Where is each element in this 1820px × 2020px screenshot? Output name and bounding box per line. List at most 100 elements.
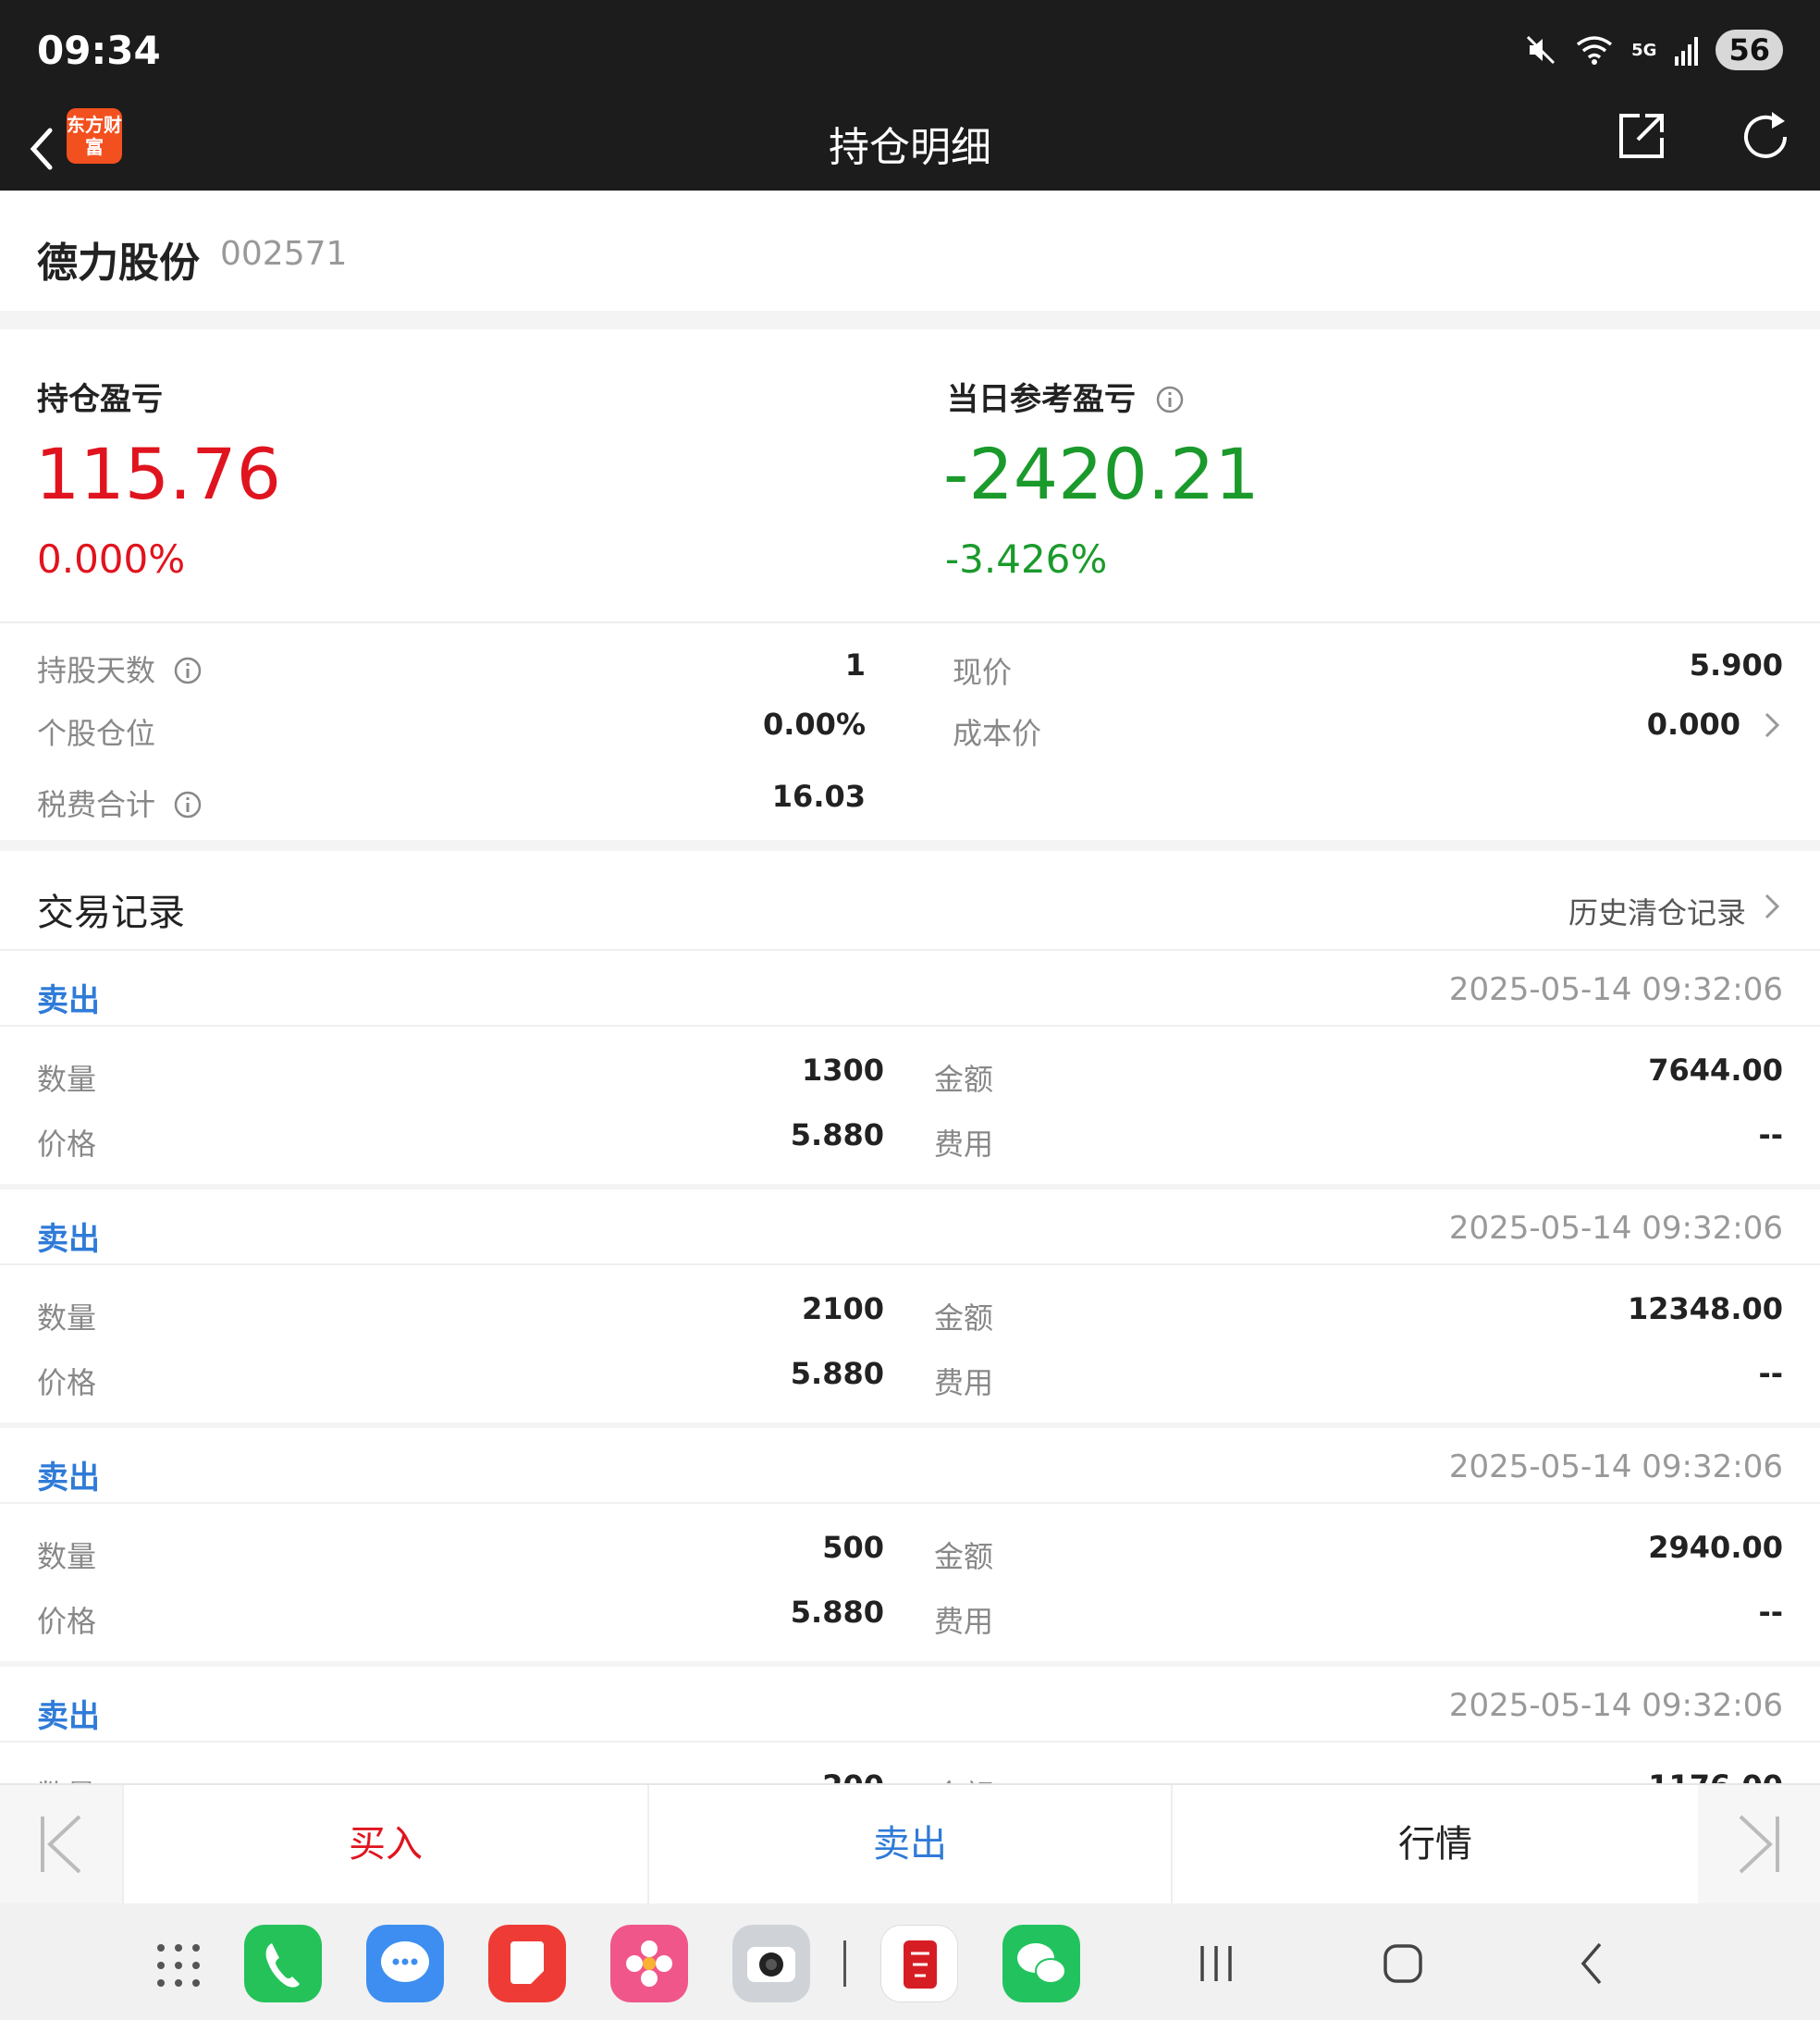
- price-label: 价格: [37, 1365, 97, 1400]
- sell-button[interactable]: 卖出: [647, 1785, 1171, 1903]
- back-icon[interactable]: [1574, 1940, 1611, 1987]
- current-price-label: 现价: [953, 655, 1013, 690]
- qty-label: 数量: [37, 1300, 97, 1336]
- fee-label: 费用: [934, 1127, 994, 1162]
- trade-time: 2025-05-14 09:32:06: [1448, 1448, 1783, 1485]
- system-icons: 5G 56: [1524, 30, 1783, 70]
- qty-value: 1300: [801, 1053, 884, 1088]
- chevron-right-icon[interactable]: [1761, 708, 1783, 742]
- first-page-icon: [41, 1815, 81, 1874]
- nav-bar: 东方财富 持仓明细: [0, 106, 1820, 191]
- stock-name: 德力股份: [37, 240, 200, 287]
- day-pnl-label: 当日参考盈亏: [947, 381, 1136, 418]
- amount-value: 2940.00: [1648, 1530, 1783, 1565]
- days-held-label: 持股天数: [37, 653, 156, 688]
- chevron-right-icon[interactable]: [1761, 890, 1783, 923]
- hold-pnl-value: 115.76: [35, 433, 281, 515]
- price-label: 价格: [37, 1604, 97, 1639]
- qty-value: 200: [822, 1768, 884, 1783]
- next-stock-button[interactable]: [1698, 1785, 1820, 1903]
- price-value: 5.880: [790, 1595, 884, 1630]
- refresh-icon[interactable]: [1737, 108, 1794, 166]
- fee-label: 费用: [934, 1604, 994, 1639]
- price-label: 价格: [37, 1127, 97, 1162]
- home-icon[interactable]: [1382, 1942, 1424, 1985]
- history-clearance-link[interactable]: 历史清仓记录: [1568, 890, 1746, 932]
- price-value: 5.880: [790, 1356, 884, 1391]
- trade-record[interactable]: 卖出 2025-05-14 09:32:06 数量 200 金额 1176.00: [0, 1667, 1820, 1783]
- trade-time: 2025-05-14 09:32:06: [1448, 1210, 1783, 1247]
- gallery-icon[interactable]: [610, 1925, 688, 2002]
- recents-icon[interactable]: [1195, 1942, 1237, 1985]
- divider: [0, 1025, 1820, 1027]
- position-ratio-value: 0.00%: [762, 707, 866, 742]
- amount-label: 金额: [934, 1539, 994, 1574]
- notes-icon[interactable]: [488, 1925, 566, 2002]
- calligraphy-app-icon[interactable]: [880, 1925, 958, 2002]
- trade-type: 卖出: [37, 1698, 100, 1735]
- qty-value: 2100: [801, 1291, 884, 1326]
- day-pnl-label-group: 当日参考盈亏: [947, 374, 1184, 419]
- trade-time: 2025-05-14 09:32:06: [1448, 1687, 1783, 1724]
- share-icon[interactable]: [1614, 108, 1669, 164]
- amount-label: 金额: [934, 1772, 993, 1783]
- section-gap: [0, 311, 1820, 329]
- trade-record[interactable]: 卖出 2025-05-14 09:32:06 数量 1300 价格 5.880 …: [0, 951, 1820, 1189]
- mute-icon: [1527, 35, 1556, 65]
- qty-label: 数量: [37, 1772, 96, 1783]
- prev-stock-button[interactable]: [0, 1785, 122, 1903]
- tax-total-value: 16.03: [771, 779, 866, 814]
- trade-records-title: 交易记录: [37, 892, 185, 934]
- wechat-icon[interactable]: [1002, 1925, 1080, 2002]
- amount-label: 金额: [934, 1300, 994, 1336]
- trade-type: 卖出: [37, 1221, 100, 1258]
- divider: [0, 1263, 1820, 1265]
- days-held-value: 1: [844, 647, 866, 683]
- position-ratio-label: 个股仓位: [37, 716, 156, 751]
- phone-icon[interactable]: [244, 1925, 322, 2002]
- hold-pnl-label: 持仓盈亏: [37, 381, 163, 418]
- trade-record[interactable]: 卖出 2025-05-14 09:32:06 数量 2100 价格 5.880 …: [0, 1189, 1820, 1428]
- trade-time: 2025-05-14 09:32:06: [1448, 971, 1783, 1008]
- camera-icon[interactable]: [732, 1925, 810, 2002]
- stock-header: 德力股份 002571: [0, 191, 1820, 311]
- amount-value: 12348.00: [1627, 1291, 1783, 1326]
- amount-value: 1176.00: [1648, 1768, 1783, 1783]
- status-bar: 09:34 5G 56: [0, 0, 1820, 106]
- tax-total-label: 税费合计: [37, 787, 156, 822]
- trade-type: 卖出: [37, 982, 100, 1019]
- divider: [0, 1502, 1820, 1504]
- signal-icon: [1675, 37, 1699, 66]
- page-title: 持仓明细: [829, 124, 991, 171]
- day-pnl-percent: -3.426%: [945, 536, 1108, 582]
- cost-price-label: 成本价: [953, 716, 1042, 751]
- qty-value: 500: [822, 1530, 884, 1565]
- last-page-icon: [1739, 1815, 1779, 1874]
- cost-price-value[interactable]: 0.000: [1647, 707, 1740, 742]
- trade-record[interactable]: 卖出 2025-05-14 09:32:06 数量 500 价格 5.880 金…: [0, 1428, 1820, 1667]
- info-icon[interactable]: [1156, 386, 1184, 413]
- amount-value: 7644.00: [1648, 1053, 1783, 1088]
- system-dock: [0, 1903, 1820, 2020]
- divider: [0, 622, 1820, 623]
- hold-pnl-percent: 0.000%: [37, 536, 186, 582]
- info-icon[interactable]: [174, 657, 202, 684]
- day-pnl-value: -2420.21: [943, 433, 1260, 515]
- days-held-label-group: 持股天数: [37, 647, 202, 690]
- apps-grid-icon[interactable]: [155, 1942, 202, 1989]
- tax-total-label-group: 税费合计: [37, 782, 202, 824]
- fee-label: 费用: [934, 1365, 994, 1400]
- current-price-value: 5.900: [1689, 647, 1783, 683]
- info-icon[interactable]: [174, 791, 202, 819]
- trade-records-header: 交易记录 历史清仓记录: [0, 851, 1820, 951]
- messages-icon[interactable]: [366, 1925, 444, 2002]
- stock-code: 002571: [220, 235, 348, 273]
- buy-button[interactable]: 买入: [122, 1785, 647, 1903]
- dock-divider: [843, 1940, 846, 1987]
- battery-indicator: 56: [1715, 30, 1783, 70]
- fee-value: --: [1758, 1356, 1783, 1391]
- action-bar: 买入 卖出 行情: [0, 1783, 1820, 1903]
- price-value: 5.880: [790, 1117, 884, 1152]
- qty-label: 数量: [37, 1062, 97, 1097]
- quote-button[interactable]: 行情: [1171, 1785, 1698, 1903]
